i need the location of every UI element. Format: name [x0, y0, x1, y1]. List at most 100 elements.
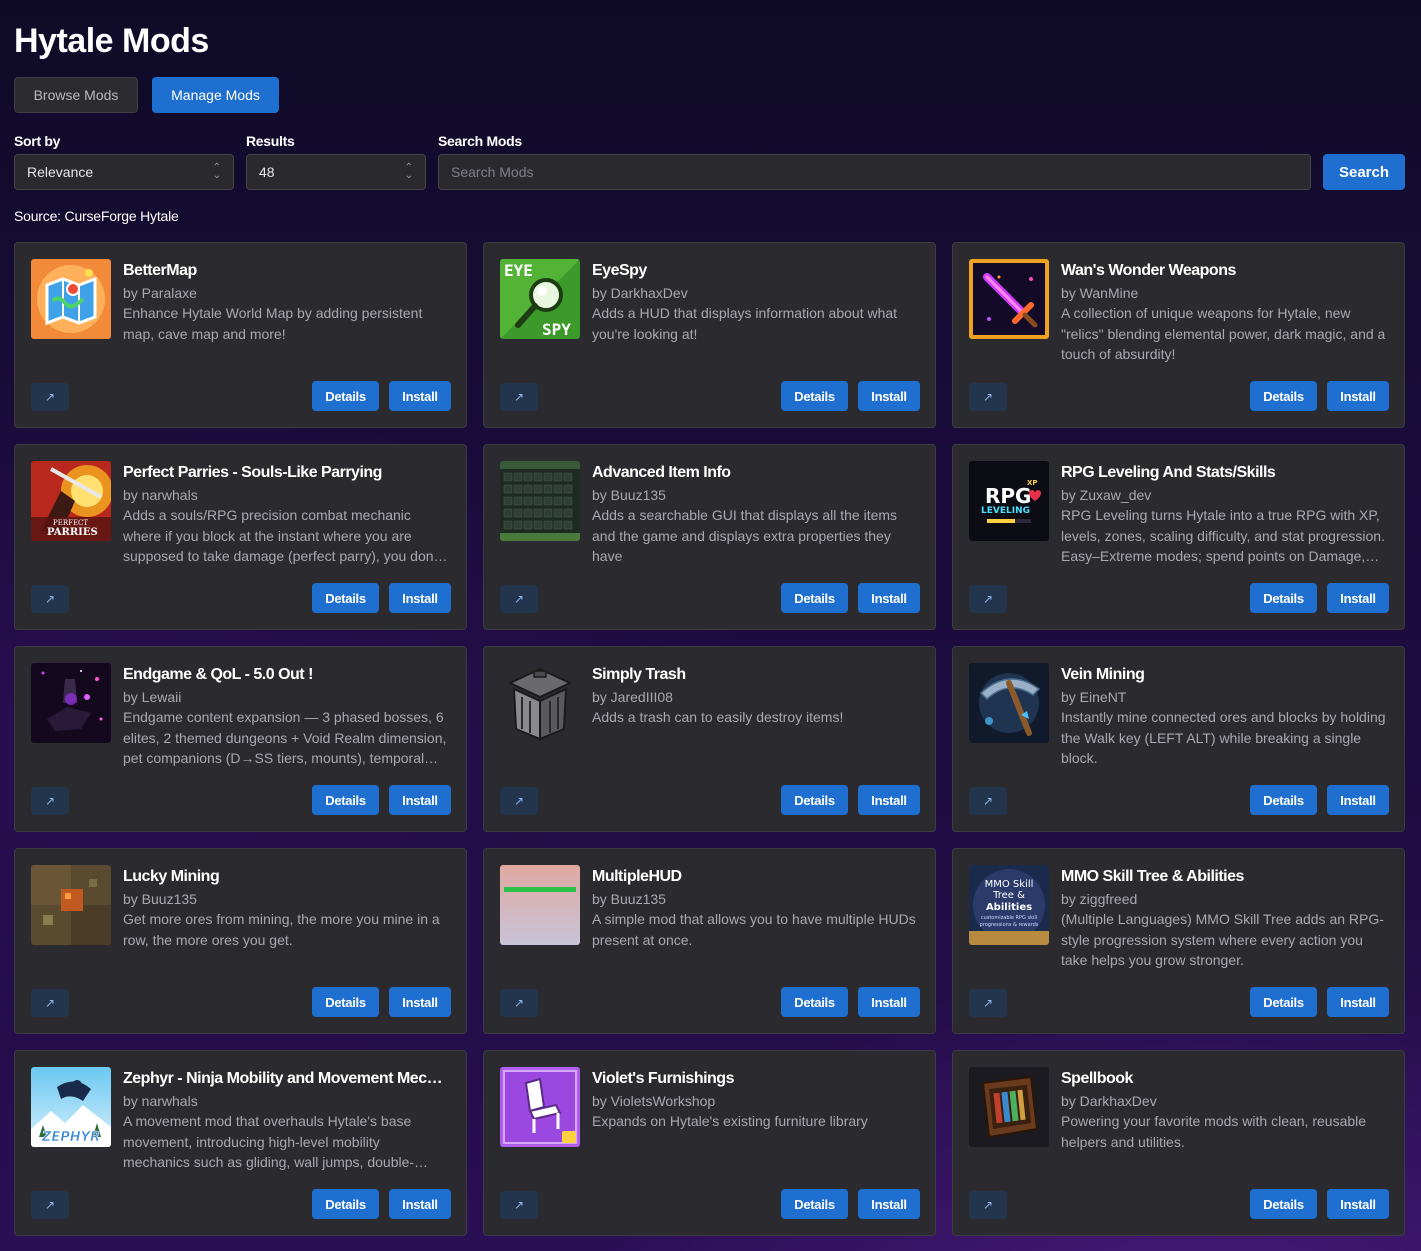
mod-author: by VioletsWorkshop [592, 1093, 716, 1109]
install-button[interactable]: Install [1327, 1189, 1389, 1219]
install-button[interactable]: Install [1327, 785, 1389, 815]
search-button[interactable]: Search [1323, 154, 1405, 190]
bookshelf-icon [969, 1067, 1049, 1147]
select-arrows-icon: ⌃ ⌄ [404, 162, 413, 181]
details-button[interactable]: Details [1250, 987, 1317, 1017]
mod-author: by DarkhaxDev [592, 285, 688, 301]
install-button[interactable]: Install [858, 381, 920, 411]
open-external-button[interactable]: ↗ [969, 383, 1007, 411]
details-button[interactable]: Details [312, 987, 379, 1017]
open-external-button[interactable]: ↗ [969, 989, 1007, 1017]
open-external-button[interactable]: ↗ [31, 787, 69, 815]
details-button[interactable]: Details [312, 1189, 379, 1219]
install-button[interactable]: Install [1327, 987, 1389, 1017]
tab-browse-mods[interactable]: Browse Mods [14, 77, 138, 113]
open-external-button[interactable]: ↗ [500, 787, 538, 815]
install-button[interactable]: Install [389, 987, 451, 1017]
details-button[interactable]: Details [1250, 1189, 1317, 1219]
map-icon [31, 259, 111, 339]
mod-grid: BetterMap by Paralaxe Enhance Hytale Wor… [14, 242, 1405, 1236]
install-button[interactable]: Install [858, 987, 920, 1017]
sort-label: Sort by [14, 133, 61, 149]
details-button[interactable]: Details [1250, 381, 1317, 411]
open-external-button[interactable]: ↗ [969, 787, 1007, 815]
details-button[interactable]: Details [781, 987, 848, 1017]
mod-name: Spellbook [1061, 1070, 1133, 1087]
install-button[interactable]: Install [1327, 583, 1389, 613]
mod-card: Advanced Item Info by Buuz135 Adds a sea… [483, 444, 936, 630]
icon-text: MMO Skill [985, 879, 1034, 890]
mod-name: Lucky Mining [123, 868, 220, 885]
mod-name: Zephyr - Ninja Mobility and Movement Mec… [123, 1070, 450, 1087]
results-select[interactable]: 48 ⌃ ⌄ [246, 154, 426, 190]
open-external-button[interactable]: ↗ [31, 989, 69, 1017]
icon-text: XP [1027, 479, 1038, 487]
open-external-button[interactable]: ↗ [500, 989, 538, 1017]
icon-text: PARRIES [47, 527, 98, 538]
mod-name: Advanced Item Info [592, 464, 731, 481]
mod-description: Endgame content expansion — 3 phased bos… [123, 709, 447, 766]
mod-card: BetterMap by Paralaxe Enhance Hytale Wor… [14, 242, 467, 428]
skill-tree-icon: MMO Skill Tree & Abilities customizable … [969, 865, 1049, 945]
parry-icon: PERFECT PARRIES [31, 461, 111, 541]
details-button[interactable]: Details [1250, 583, 1317, 613]
mod-description: Instantly mine connected ores and blocks… [1061, 709, 1386, 766]
open-external-button[interactable]: ↗ [500, 585, 538, 613]
mod-name: MultipleHUD [592, 868, 682, 885]
open-external-button[interactable]: ↗ [500, 383, 538, 411]
search-input[interactable] [438, 154, 1311, 190]
tab-manage-mods[interactable]: Manage Mods [152, 77, 279, 113]
install-button[interactable]: Install [858, 1189, 920, 1219]
install-button[interactable]: Install [858, 583, 920, 613]
mod-description: A collection of unique weapons for Hytal… [1061, 305, 1386, 362]
details-button[interactable]: Details [781, 1189, 848, 1219]
mod-card: Violet's Furnishings by VioletsWorkshop … [483, 1050, 936, 1236]
details-button[interactable]: Details [1250, 785, 1317, 815]
trash-can-icon [500, 663, 580, 743]
install-button[interactable]: Install [389, 785, 451, 815]
install-button[interactable]: Install [389, 381, 451, 411]
open-external-button[interactable]: ↗ [31, 383, 69, 411]
install-button[interactable]: Install [858, 785, 920, 815]
install-button[interactable]: Install [1327, 381, 1389, 411]
open-external-button[interactable]: ↗ [500, 1191, 538, 1219]
details-button[interactable]: Details [781, 381, 848, 411]
details-button[interactable]: Details [312, 785, 379, 815]
icon-text: ZEPHYR [41, 1130, 100, 1145]
mod-author: by Buuz135 [592, 487, 666, 503]
mod-name: BetterMap [123, 262, 197, 279]
details-button[interactable]: Details [781, 583, 848, 613]
mod-card: MMO Skill Tree & Abilities customizable … [952, 848, 1405, 1034]
open-external-button[interactable]: ↗ [969, 1191, 1007, 1219]
mod-card: Vein Mining by EineNT Instantly mine con… [952, 646, 1405, 832]
mod-card: Wan's Wonder Weapons by WanMine A collec… [952, 242, 1405, 428]
install-button[interactable]: Install [389, 583, 451, 613]
mod-description: Adds a HUD that displays information abo… [592, 305, 898, 342]
mod-author: by Zuxaw_dev [1061, 487, 1152, 503]
void-realm-icon [31, 663, 111, 743]
install-button[interactable]: Install [389, 1189, 451, 1219]
mod-author: by narwhals [123, 487, 198, 503]
icon-text: EYE [504, 261, 533, 280]
sort-select[interactable]: Relevance ⌃ ⌄ [14, 154, 234, 190]
select-arrows-icon: ⌃ ⌄ [212, 162, 221, 181]
mod-author: by Buuz135 [123, 891, 197, 907]
mod-card: RPG LEVELING XP RPG Leveling And Stats/S… [952, 444, 1405, 630]
icon-text: Tree & [992, 890, 1025, 901]
icon-text: LEVELING [981, 506, 1030, 516]
icon-text: customizable RPG skill [981, 915, 1037, 921]
open-external-button[interactable]: ↗ [31, 1191, 69, 1219]
source-label: Source: CurseForge Hytale [14, 208, 179, 224]
mod-author: by Paralaxe [123, 285, 197, 301]
details-button[interactable]: Details [781, 785, 848, 815]
pickaxe-icon [969, 663, 1049, 743]
results-select-value: 48 [259, 164, 275, 180]
sort-select-value: Relevance [27, 164, 94, 180]
mod-description: Adds a souls/RPG precision combat mechan… [123, 507, 441, 564]
icon-text: RPG [985, 484, 1031, 508]
mod-author: by Buuz135 [592, 891, 666, 907]
details-button[interactable]: Details [312, 381, 379, 411]
details-button[interactable]: Details [312, 583, 379, 613]
open-external-button[interactable]: ↗ [31, 585, 69, 613]
open-external-button[interactable]: ↗ [969, 585, 1007, 613]
